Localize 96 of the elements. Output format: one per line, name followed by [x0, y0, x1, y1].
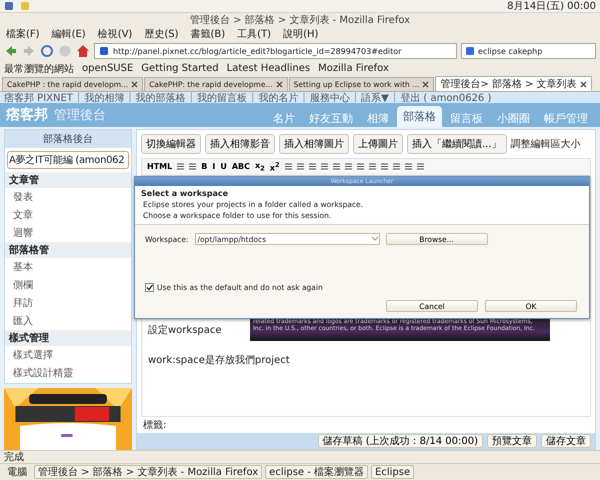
- menu-item[interactable]: 說明(H): [283, 27, 318, 41]
- site-link[interactable]: 我的相簿: [84, 90, 124, 104]
- format-button[interactable]: HTML: [146, 162, 174, 172]
- taskbar-item[interactable]: Eclipse: [371, 465, 414, 479]
- bookmark[interactable]: openSUSE: [82, 63, 134, 74]
- nav-tab[interactable]: 部落格: [397, 106, 442, 127]
- menu-item[interactable]: 工具(T): [237, 27, 272, 41]
- close-icon[interactable]: [276, 81, 283, 88]
- sidebar-section[interactable]: 部落格管: [5, 242, 131, 258]
- toolbar-icon[interactable]: [368, 162, 377, 172]
- sidebar-item[interactable]: 基本: [5, 258, 131, 276]
- menu-item[interactable]: 歷史(S): [144, 27, 178, 41]
- sidebar-item[interactable]: 樣式設計精靈: [5, 364, 131, 382]
- bookmark[interactable]: Mozilla Firefox: [318, 63, 389, 74]
- bookmark[interactable]: Getting Started: [141, 63, 219, 74]
- checkbox[interactable]: [145, 283, 154, 292]
- toolbar-icon[interactable]: [176, 162, 186, 172]
- toolbar-icon[interactable]: [344, 162, 353, 172]
- site-link[interactable]: 我的留言板: [197, 90, 248, 104]
- sidebar-section[interactable]: 樣式管理: [5, 330, 131, 346]
- home-icon[interactable]: [76, 44, 90, 58]
- link-separator: |: [128, 92, 132, 103]
- link-separator: |: [302, 92, 306, 103]
- site-logo: 痞客邦: [6, 106, 48, 124]
- taskbar-item[interactable]: eclipse - 檔案瀏覽器: [265, 465, 368, 479]
- search-field[interactable]: eclipse cakephp: [461, 43, 596, 59]
- format-button[interactable]: B: [200, 162, 208, 172]
- resize-label: 調整編輯區大小: [510, 138, 581, 151]
- sidebar-item[interactable]: 樣式選擇: [5, 346, 131, 364]
- menu-item[interactable]: 編輯(E): [52, 27, 86, 41]
- close-icon[interactable]: [580, 80, 587, 88]
- format-button[interactable]: ABC: [230, 162, 251, 172]
- browser-tab[interactable]: 管理後台> 部落格 > 文章列表: [435, 76, 592, 91]
- sidebar-item[interactable]: 拜訪: [5, 294, 131, 312]
- sidebar-item[interactable]: 側欄: [5, 276, 131, 294]
- article-text: 設定workspace: [148, 324, 222, 337]
- toolbar-icon[interactable]: [308, 162, 317, 172]
- format-button[interactable]: x$^{2}$: [268, 161, 281, 173]
- close-icon[interactable]: [422, 81, 430, 88]
- site-title: 管理後台: [54, 107, 106, 124]
- sidebar-item[interactable]: 發表: [5, 188, 131, 206]
- sidebar-title: 部落格後台: [5, 130, 131, 148]
- toolbar-icon[interactable]: [332, 162, 341, 172]
- format-button[interactable]: x$_{2}$: [254, 161, 266, 173]
- computer-menu[interactable]: 電腦: [3, 465, 31, 479]
- toolbar-icon[interactable]: [404, 162, 413, 172]
- sidebar-item[interactable]: 文章: [5, 206, 131, 224]
- site-link[interactable]: 我的部落格: [136, 90, 186, 104]
- sidebar-item[interactable]: 迴響: [5, 224, 131, 242]
- clock: 8月14日(五) 00:00: [507, 0, 596, 13]
- menu-item[interactable]: 檔案(F): [6, 27, 40, 41]
- format-button[interactable]: U: [219, 162, 228, 172]
- link-separator: |: [354, 92, 358, 103]
- back-icon[interactable]: [4, 44, 18, 58]
- blog-select[interactable]: A夢之IT可能編 (amon062: [7, 151, 129, 169]
- site-link[interactable]: 服務中心: [310, 90, 350, 104]
- dialog-heading: Select a workspace: [141, 189, 230, 198]
- link-separator: |: [76, 92, 80, 103]
- menu-item[interactable]: 書籤(B): [190, 27, 226, 41]
- site-link[interactable]: 語系▼: [361, 90, 389, 104]
- format-button[interactable]: I: [211, 162, 216, 172]
- toolbar-icon[interactable]: [356, 162, 365, 172]
- dropdown-icon[interactable]: [370, 236, 379, 242]
- editor-button[interactable]: 上傳圖片: [353, 134, 403, 154]
- save-bar-button[interactable]: 儲存草稿 (上次成功：8/14 00:00): [318, 434, 483, 448]
- site-link[interactable]: 痞客邦 PIXNET: [4, 90, 73, 104]
- toolbar-icon[interactable]: [188, 162, 198, 172]
- save-bar-button[interactable]: 儲存文章: [541, 434, 591, 448]
- bookmark[interactable]: Latest Headlines: [226, 63, 310, 74]
- sidebar-section[interactable]: 文章管: [5, 172, 131, 188]
- site-link[interactable]: 我的名片: [258, 90, 298, 104]
- toolbar-icon[interactable]: [296, 162, 305, 172]
- link-separator: |: [251, 92, 254, 103]
- close-icon[interactable]: [131, 81, 138, 88]
- save-bar-button[interactable]: 預覽文章: [487, 434, 537, 448]
- editor-button[interactable]: 切換編輯器: [141, 134, 201, 154]
- toolbar-icon[interactable]: [416, 162, 425, 172]
- tags-label: 標籤:: [142, 418, 168, 433]
- editor-button[interactable]: 插入「繼續閱讀...」: [407, 134, 507, 154]
- window-title: 管理後台 > 部落格 > 文章列表 - Mozilla Firefox: [190, 14, 410, 27]
- toolbar-icon[interactable]: [284, 162, 293, 172]
- toolbar-icon[interactable]: [392, 162, 401, 172]
- article-text: work:space是存放我們project: [148, 354, 290, 367]
- menu-item[interactable]: 檢視(V): [98, 27, 132, 41]
- toolbar-icon[interactable]: [320, 162, 329, 172]
- link-separator: |: [190, 92, 194, 103]
- reload-icon[interactable]: [40, 44, 54, 58]
- editor-button[interactable]: 插入相簿影音: [205, 134, 275, 154]
- bookmark[interactable]: 最常瀏覽的網站: [4, 62, 74, 76]
- toolbar-icon[interactable]: [380, 162, 389, 172]
- sidebar-item[interactable]: 匯入: [5, 312, 131, 330]
- editor-button[interactable]: 插入相簿圖片: [279, 134, 349, 154]
- taskbar-item[interactable]: 管理後台 > 部落格 > 文章列表 - Mozilla Firefox: [34, 465, 262, 479]
- address-field[interactable]: http://panel.pixnet.cc/blog/article_edit?blogarticle_id=28994703#editor: [94, 43, 457, 59]
- link-separator: |: [392, 92, 396, 103]
- site-link[interactable]: 登出 ( amon0626 ): [400, 90, 492, 104]
